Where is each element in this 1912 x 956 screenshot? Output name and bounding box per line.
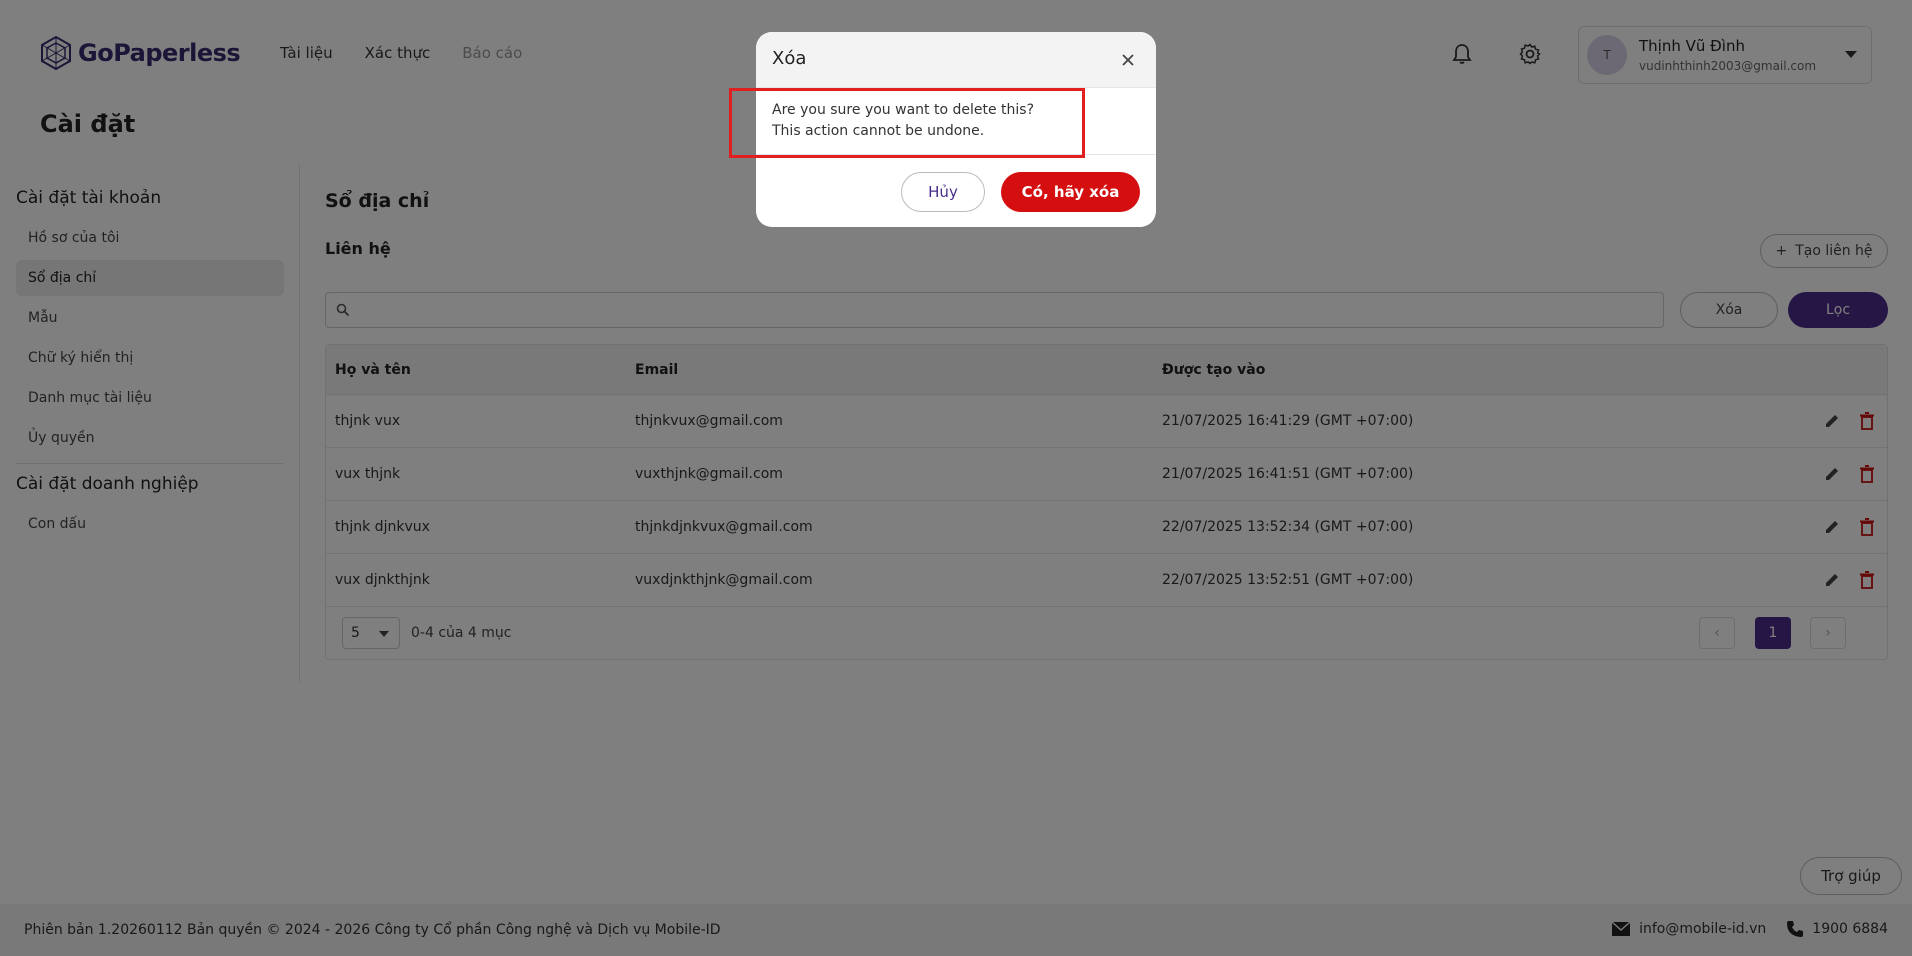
dialog-title: Xóa [772, 48, 807, 69]
confirm-delete-button[interactable]: Có, hãy xóa [1001, 172, 1140, 212]
annotation-highlight-box [729, 88, 1085, 158]
cancel-button[interactable]: Hủy [901, 172, 985, 212]
dialog-header: Xóa [756, 32, 1156, 88]
close-icon[interactable] [1120, 52, 1136, 68]
